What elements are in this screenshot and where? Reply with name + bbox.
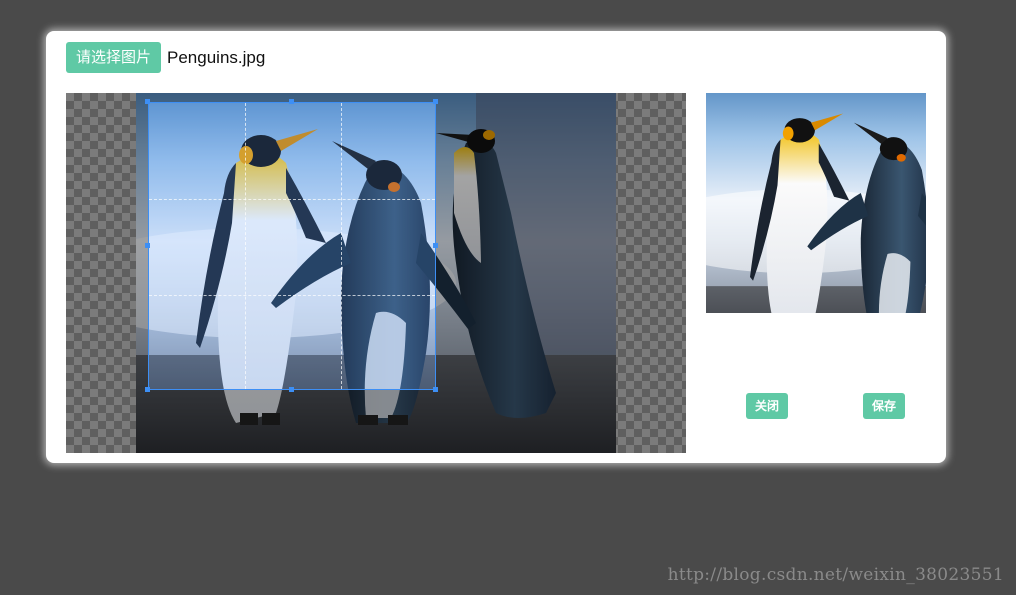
crop-guide-vertical bbox=[245, 103, 246, 389]
crop-guide-vertical bbox=[341, 103, 342, 389]
dialog-header: 请选择图片 Penguins.jpg bbox=[66, 42, 265, 73]
crop-handle-s[interactable] bbox=[289, 387, 294, 392]
file-name-label: Penguins.jpg bbox=[167, 47, 266, 67]
crop-highlight bbox=[149, 103, 435, 389]
close-button[interactable]: 关闭 bbox=[746, 393, 789, 419]
preview-image bbox=[706, 93, 926, 313]
crop-guide-horizontal bbox=[149, 199, 435, 200]
crop-guide-horizontal bbox=[149, 295, 435, 296]
save-button[interactable]: 保存 bbox=[863, 393, 906, 419]
watermark-url: http://blog.csdn.net/weixin_38023551 bbox=[667, 565, 1004, 585]
crop-handle-n[interactable] bbox=[289, 99, 294, 104]
select-image-button[interactable]: 请选择图片 bbox=[66, 42, 162, 73]
crop-handle-se[interactable] bbox=[433, 387, 438, 392]
crop-preview bbox=[706, 93, 926, 313]
crop-editor-canvas[interactable] bbox=[66, 93, 686, 453]
crop-handle-ne[interactable] bbox=[433, 99, 438, 104]
crop-handle-w[interactable] bbox=[145, 243, 150, 248]
crop-handle-nw[interactable] bbox=[145, 99, 150, 104]
crop-handle-sw[interactable] bbox=[145, 387, 150, 392]
crop-dialog: 请选择图片 Penguins.jpg 关闭 保存 bbox=[46, 31, 946, 463]
crop-selection-box[interactable] bbox=[148, 102, 436, 390]
crop-handle-e[interactable] bbox=[433, 243, 438, 248]
